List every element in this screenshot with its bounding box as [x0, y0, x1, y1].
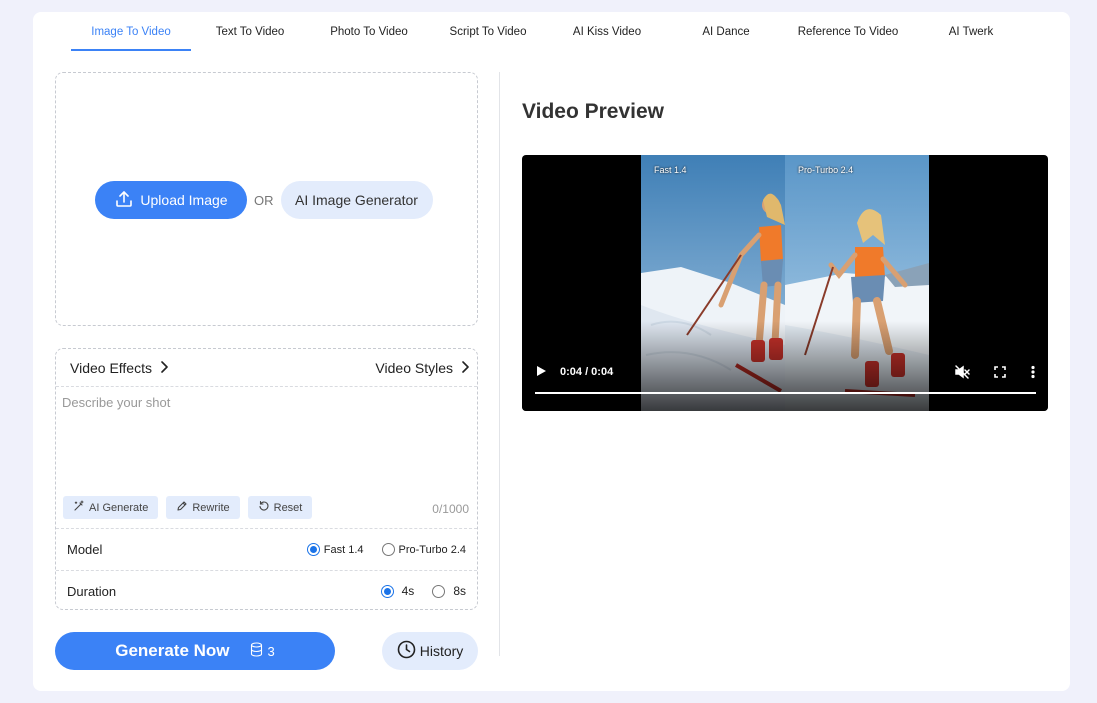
video-effects-link[interactable]: Video Effects: [70, 360, 168, 376]
upload-icon: [114, 189, 134, 212]
upload-image-label: Upload Image: [140, 192, 228, 208]
duration-option-label: 4s: [401, 584, 415, 598]
video-effects-label: Video Effects: [70, 359, 152, 376]
column-divider: [499, 72, 500, 656]
pencil-icon: [176, 500, 188, 515]
duration-row: Duration 4s 8s: [56, 570, 477, 611]
prompt-panel: Video Effects Video Styles AI Gene: [55, 348, 478, 610]
video-player[interactable]: Fast 1.4 Pro-Turbo 2.4 0:04 / 0:04: [522, 155, 1048, 411]
rewrite-label: Rewrite: [192, 501, 230, 514]
magic-wand-icon: [73, 500, 85, 515]
tab-ai-twerk[interactable]: AI Twerk: [911, 12, 1031, 52]
model-options: Fast 1.4 Pro-Turbo 2.4: [306, 543, 466, 556]
radio-selected[interactable]: [380, 584, 394, 598]
frame-label-fast: Fast 1.4: [654, 165, 687, 175]
model-option-fast[interactable]: Fast 1.4: [306, 543, 364, 556]
reset-icon: [258, 500, 270, 515]
tab-script-to-video[interactable]: Script To Video: [429, 12, 547, 52]
more-vertical-icon[interactable]: [1030, 364, 1036, 385]
playback-progress-bar[interactable]: [535, 392, 1036, 394]
duration-option-4s[interactable]: 4s: [380, 584, 415, 598]
reset-label: Reset: [273, 501, 303, 514]
video-styles-link[interactable]: Video Styles: [375, 360, 469, 376]
duration-options: 4s 8s: [380, 584, 466, 598]
upload-actions: Upload Image OR AI Image Generator: [95, 181, 433, 219]
upload-image-button[interactable]: Upload Image: [95, 181, 247, 219]
model-label: Model: [67, 542, 103, 557]
play-icon[interactable]: [535, 364, 547, 383]
shot-description-input[interactable]: [62, 395, 470, 489]
preview-title: Video Preview: [522, 100, 665, 123]
model-option-pro-turbo[interactable]: Pro-Turbo 2.4: [381, 543, 466, 556]
ai-image-generator-button[interactable]: AI Image Generator: [280, 181, 433, 219]
tab-photo-to-video[interactable]: Photo To Video: [309, 12, 429, 52]
chevron-right-icon: [160, 360, 168, 376]
image-drop-zone[interactable]: Upload Image OR AI Image Generator: [55, 72, 478, 326]
main-card: Image To Video Text To Video Photo To Vi…: [33, 12, 1070, 691]
radio-unselected[interactable]: [381, 543, 395, 556]
tab-text-to-video[interactable]: Text To Video: [191, 12, 309, 52]
tab-ai-kiss-video[interactable]: AI Kiss Video: [547, 12, 667, 52]
prompt-area: AI Generate Rewrite Reset 0/1000: [56, 387, 477, 529]
model-row: Model Fast 1.4 Pro-Turbo 2.4: [56, 529, 477, 570]
video-styles-label: Video Styles: [375, 359, 453, 376]
player-controls-right: [954, 364, 1036, 385]
ai-generate-button[interactable]: AI Generate: [63, 496, 159, 519]
tab-bar: Image To Video Text To Video Photo To Vi…: [71, 12, 1031, 52]
duration-option-label: 8s: [453, 584, 466, 598]
duration-label: Duration: [67, 583, 117, 599]
credits-count: 3: [267, 643, 275, 659]
history-button[interactable]: History: [382, 632, 478, 670]
coin-stack-icon: [250, 642, 263, 660]
tab-image-to-video[interactable]: Image To Video: [71, 12, 191, 52]
radio-unselected[interactable]: [432, 584, 446, 598]
tab-ai-dance[interactable]: AI Dance: [667, 12, 785, 52]
duration-option-8s[interactable]: 8s: [432, 584, 466, 598]
muted-icon[interactable]: [954, 364, 970, 385]
history-label: History: [419, 643, 464, 659]
character-counter: 0/1000: [432, 502, 469, 516]
tab-reference-to-video[interactable]: Reference To Video: [785, 12, 911, 52]
chevron-right-icon: [461, 360, 469, 376]
generate-now-label: Generate Now: [115, 641, 230, 660]
playback-time: 0:04 / 0:04: [560, 366, 614, 378]
generate-now-button[interactable]: Generate Now 3: [55, 632, 335, 670]
fullscreen-icon[interactable]: [992, 364, 1008, 385]
effects-header: Video Effects Video Styles: [56, 349, 477, 387]
radio-selected[interactable]: [306, 543, 320, 556]
rewrite-button[interactable]: Rewrite: [166, 496, 240, 519]
model-option-label: Fast 1.4: [323, 543, 364, 556]
prompt-tools: AI Generate Rewrite Reset: [63, 496, 313, 519]
frame-label-pro-turbo: Pro-Turbo 2.4: [798, 165, 854, 175]
model-option-label: Pro-Turbo 2.4: [398, 543, 466, 556]
clock-icon: [397, 640, 416, 662]
credits-indicator: 3: [250, 642, 275, 660]
reset-button[interactable]: Reset: [247, 496, 313, 519]
ai-generate-label: AI Generate: [89, 501, 149, 514]
or-separator: OR: [254, 192, 274, 208]
